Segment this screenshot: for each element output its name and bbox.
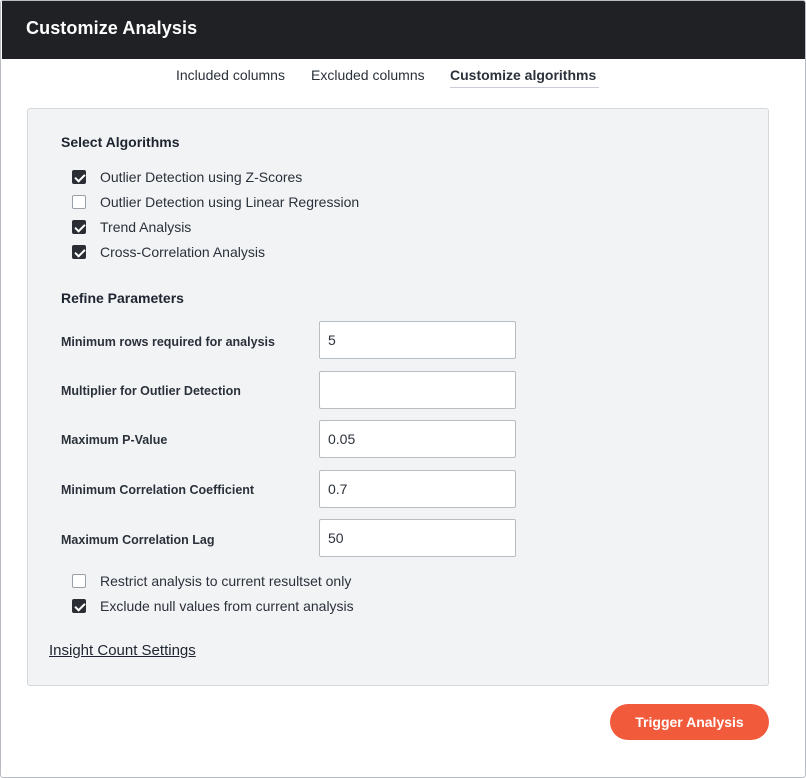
- algorithm-label-linear-regression: Outlier Detection using Linear Regressio…: [100, 194, 360, 210]
- max-correlation-lag-input[interactable]: [319, 519, 516, 557]
- checkbox-restrict-resultset[interactable]: [72, 574, 86, 588]
- algorithm-option-cross-correlation[interactable]: Cross-Correlation Analysis: [72, 242, 265, 262]
- dialog-title: Customize Analysis: [26, 18, 198, 38]
- outlier-multiplier-input[interactable]: [319, 371, 516, 409]
- param-label-min-correlation-coefficient: Minimum Correlation Coefficient: [61, 483, 255, 497]
- option-label-exclude-nulls: Exclude null values from current analysi…: [100, 598, 354, 614]
- checkbox-cross-correlation[interactable]: [72, 245, 86, 259]
- insight-count-settings-link[interactable]: Insight Count Settings: [49, 642, 196, 659]
- algorithm-label-zscore: Outlier Detection using Z-Scores: [100, 169, 303, 185]
- tab-excluded-columns[interactable]: Excluded columns: [311, 67, 425, 87]
- checkbox-linear-regression[interactable]: [72, 195, 86, 209]
- option-label-restrict-resultset: Restrict analysis to current resultset o…: [100, 573, 352, 589]
- option-exclude-nulls[interactable]: Exclude null values from current analysi…: [72, 596, 354, 616]
- refine-parameters-heading: Refine Parameters: [61, 290, 184, 306]
- algorithms-panel: Select Algorithms Outlier Detection usin…: [27, 108, 769, 686]
- algorithm-option-trend[interactable]: Trend Analysis: [72, 217, 191, 237]
- tab-bar: Included columns Excluded columns Custom…: [1, 67, 805, 91]
- tab-included-columns[interactable]: Included columns: [176, 67, 285, 87]
- checkbox-trend[interactable]: [72, 220, 86, 234]
- option-restrict-resultset[interactable]: Restrict analysis to current resultset o…: [72, 571, 351, 591]
- algorithm-label-cross-correlation: Cross-Correlation Analysis: [100, 244, 265, 260]
- min-rows-input[interactable]: [319, 321, 516, 359]
- checkbox-zscore[interactable]: [72, 170, 86, 184]
- checkbox-exclude-nulls[interactable]: [72, 599, 86, 613]
- customize-analysis-dialog: Customize Analysis Included columns Excl…: [0, 0, 806, 778]
- max-p-value-input[interactable]: [319, 420, 516, 458]
- algorithm-option-zscore[interactable]: Outlier Detection using Z-Scores: [72, 167, 302, 187]
- param-label-min-rows: Minimum rows required for analysis: [61, 335, 275, 349]
- tab-customize-algorithms[interactable]: Customize algorithms: [450, 67, 600, 88]
- dialog-titlebar: Customize Analysis: [2, 1, 805, 59]
- trigger-analysis-button[interactable]: Trigger Analysis: [610, 704, 769, 740]
- param-label-max-p-value: Maximum P-Value: [61, 433, 168, 447]
- select-algorithms-heading: Select Algorithms: [61, 134, 180, 150]
- param-label-outlier-multiplier: Multiplier for Outlier Detection: [61, 384, 241, 398]
- algorithm-label-trend: Trend Analysis: [100, 219, 192, 235]
- min-correlation-coefficient-input[interactable]: [319, 470, 516, 508]
- algorithm-option-linear-regression[interactable]: Outlier Detection using Linear Regressio…: [72, 192, 359, 212]
- param-label-max-correlation-lag: Maximum Correlation Lag: [61, 533, 215, 547]
